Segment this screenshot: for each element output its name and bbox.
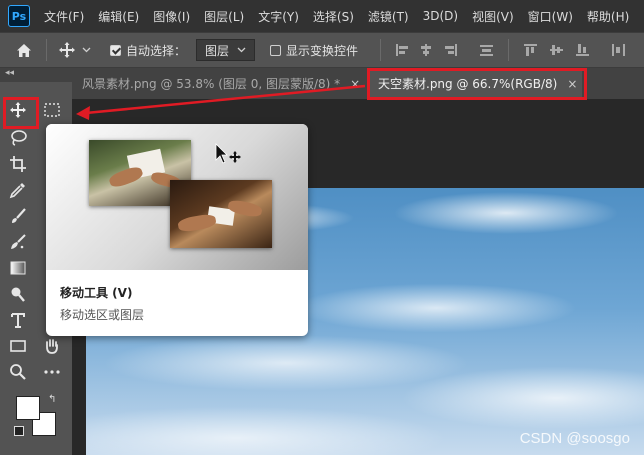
home-icon — [17, 43, 31, 57]
options-separator — [380, 39, 381, 61]
zoom-tool[interactable] — [6, 360, 30, 384]
gradient-tool[interactable] — [6, 256, 30, 280]
swap-colors-icon[interactable]: ↰ — [48, 394, 56, 405]
brush-icon — [12, 208, 26, 223]
rectangle-tool[interactable] — [6, 334, 30, 358]
home-button[interactable] — [16, 33, 32, 67]
more-icon — [44, 370, 60, 374]
tool-tooltip: 移动工具 (V) 移动选区或图层 — [46, 124, 308, 336]
menu-help[interactable]: 帮助(H) — [587, 8, 629, 25]
auto-select-option[interactable]: 自动选择： — [110, 33, 186, 67]
show-transform-option[interactable]: 显示变换控件 — [270, 33, 358, 67]
tooltip-title: 移动工具 (V) — [60, 286, 133, 300]
auto-select-target-dropdown[interactable]: 图层 — [196, 33, 256, 67]
auto-select-target-select[interactable]: 图层 — [196, 39, 256, 61]
show-transform-label: 显示变换控件 — [286, 43, 359, 58]
align-bottom-icon[interactable] — [576, 44, 589, 56]
align-vertical-center-icon[interactable] — [550, 44, 563, 56]
hand-tool[interactable] — [40, 334, 64, 358]
show-transform-checkbox[interactable] — [270, 44, 281, 56]
healing-brush-icon — [11, 234, 26, 249]
menu-filter[interactable]: 滤镜(T) — [368, 8, 409, 25]
eyedropper-icon — [9, 183, 25, 199]
zoom-icon — [10, 364, 26, 380]
options-bar: 自动选择： 图层 显示变换控件 — [0, 32, 644, 68]
brush-tool[interactable] — [6, 204, 30, 228]
tool-preset-picker[interactable] — [58, 33, 91, 67]
auto-select-target-value: 图层 — [205, 43, 230, 58]
lasso-icon — [11, 130, 27, 146]
move-tool-highlight-box — [3, 97, 39, 129]
distribute-vertical-icon[interactable] — [612, 44, 625, 56]
close-icon[interactable]: × — [350, 77, 360, 91]
menu-view[interactable]: 视图(V) — [472, 8, 514, 25]
align-horizontal-center-icon[interactable] — [420, 44, 433, 56]
type-icon — [11, 313, 25, 328]
options-separator — [46, 39, 47, 61]
menu-edit[interactable]: 编辑(E) — [98, 8, 139, 25]
tab-landscape[interactable]: 风景素材.png @ 53.8% (图层 0, 图层蒙版/8) * × — [72, 68, 364, 99]
hand-icon — [46, 339, 58, 354]
menu-image[interactable]: 图像(I) — [153, 8, 190, 25]
photoshop-logo-icon: Ps — [8, 5, 30, 27]
auto-select-checkbox[interactable] — [110, 44, 121, 56]
crop-tool[interactable] — [6, 152, 30, 176]
lasso-tool[interactable] — [6, 126, 30, 150]
preview-photo-front — [170, 180, 272, 248]
pen-icon — [11, 287, 25, 302]
tab-label: 风景素材.png @ 53.8% (图层 0, 图层蒙版/8) * — [82, 77, 341, 91]
gradient-icon — [10, 261, 26, 275]
chevron-down-icon — [237, 47, 246, 53]
menu-type[interactable]: 文字(Y) — [258, 8, 299, 25]
move-cursor-icon — [215, 143, 241, 164]
move-icon — [59, 42, 75, 58]
menu-file[interactable]: 文件(F) — [44, 8, 84, 25]
menu-window[interactable]: 窗口(W) — [528, 8, 573, 25]
default-colors-icon[interactable] — [14, 426, 24, 436]
rectangular-marquee-icon — [44, 103, 60, 117]
auto-select-label: 自动选择： — [126, 43, 187, 58]
menu-select[interactable]: 选择(S) — [313, 8, 354, 25]
chevron-down-icon — [82, 47, 91, 53]
align-left-icon[interactable] — [396, 44, 409, 56]
type-tool[interactable] — [6, 308, 30, 332]
menu-layer[interactable]: 图层(L) — [204, 8, 244, 25]
distribute-icon[interactable] — [480, 44, 493, 56]
tooltip-description: 移动选区或图层 — [60, 308, 145, 322]
crop-icon — [10, 156, 26, 172]
align-right-icon[interactable] — [444, 44, 457, 56]
active-tab-highlight-box — [367, 68, 587, 100]
edit-toolbar-button[interactable] — [40, 360, 64, 384]
pen-tool[interactable] — [6, 282, 30, 306]
align-top-icon[interactable] — [524, 44, 537, 56]
collapse-panel-icon[interactable]: ◂◂ — [5, 68, 14, 78]
healing-brush-tool[interactable] — [6, 230, 30, 254]
eyedropper-tool[interactable] — [6, 178, 30, 202]
tooltip-preview — [46, 124, 308, 270]
menu-3d[interactable]: 3D(D) — [423, 9, 458, 23]
watermark: CSDN @soosgo — [519, 430, 630, 447]
foreground-color-swatch[interactable] — [16, 396, 40, 420]
menu-bar: Ps 文件(F) 编辑(E) 图像(I) 图层(L) 文字(Y) 选择(S) 滤… — [0, 0, 644, 32]
options-separator — [508, 39, 509, 61]
marquee-tool[interactable] — [40, 98, 64, 122]
rectangle-icon — [10, 340, 26, 352]
